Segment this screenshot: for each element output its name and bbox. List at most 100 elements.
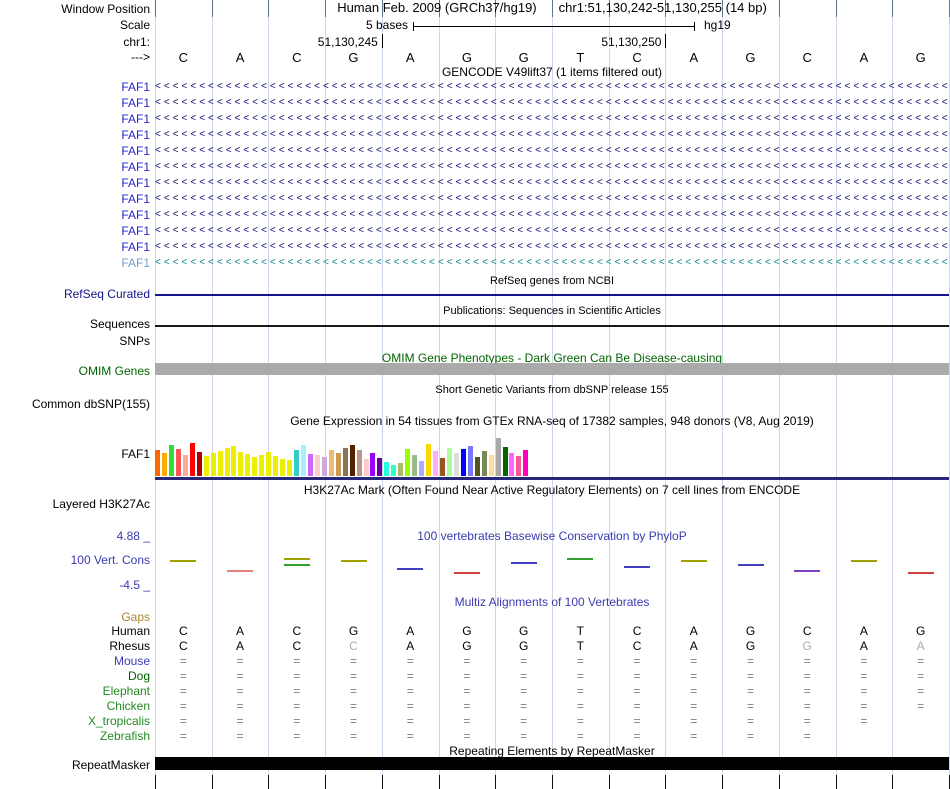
alignment-gap-symbol: = [179,654,187,668]
expression-bar[interactable] [426,444,432,476]
transcript-label[interactable]: FAF1 [0,208,150,222]
base-letter: C [802,50,812,65]
expression-bar[interactable] [481,451,487,476]
expression-bar[interactable] [300,445,306,476]
expression-bar[interactable] [210,453,216,476]
expression-bar[interactable] [189,443,195,476]
alignment-base: C [179,639,188,653]
expression-bar[interactable] [391,465,397,476]
transcript-intron-arrows[interactable]: <<<<<<<<<<<<<<<<<<<<<<<<<<<<<<<<<<<<<<<<… [155,96,949,109]
ruler-tick-bottom-icon [552,775,553,789]
expression-bar[interactable] [460,449,466,476]
alignment-gap-symbol: = [179,699,187,713]
species-label[interactable]: Zebrafish [0,729,150,743]
species-label[interactable]: Chicken [0,699,150,713]
expression-bar[interactable] [349,445,355,476]
alignment-gap-symbol: = [520,684,528,698]
alignment-gap-symbol: = [803,654,811,668]
transcript-intron-arrows[interactable]: <<<<<<<<<<<<<<<<<<<<<<<<<<<<<<<<<<<<<<<<… [155,240,949,253]
expression-bar[interactable] [495,438,501,476]
ruler-tick-bottom-icon [665,775,667,789]
expression-bar[interactable] [217,451,223,476]
alignment-gap-symbol: = [406,699,414,713]
species-label[interactable]: Elephant [0,684,150,698]
transcript-intron-arrows[interactable]: <<<<<<<<<<<<<<<<<<<<<<<<<<<<<<<<<<<<<<<<… [155,224,949,237]
expression-bar[interactable] [467,446,473,476]
alignment-gap-symbol: = [803,714,811,728]
expression-bar[interactable] [446,448,452,476]
transcript-label[interactable]: FAF1 [0,176,150,190]
species-label[interactable]: Human [0,624,150,638]
expression-bar[interactable] [280,459,286,476]
species-label[interactable]: Dog [0,669,150,683]
expression-bar[interactable] [523,450,529,476]
expression-bar[interactable] [370,453,376,476]
expression-bar[interactable] [231,446,237,476]
expression-bar[interactable] [155,450,160,476]
species-label[interactable]: Mouse [0,654,150,668]
expression-bar[interactable] [516,456,522,476]
transcript-label[interactable]: FAF1 [0,96,150,110]
transcript-intron-arrows[interactable]: <<<<<<<<<<<<<<<<<<<<<<<<<<<<<<<<<<<<<<<<… [155,128,949,141]
expression-bar[interactable] [266,452,272,476]
expression-bar[interactable] [356,450,362,476]
expression-bar[interactable] [439,458,445,476]
expression-bar[interactable] [182,455,188,476]
expression-bar[interactable] [377,458,383,476]
transcript-intron-arrows[interactable]: <<<<<<<<<<<<<<<<<<<<<<<<<<<<<<<<<<<<<<<<… [155,80,949,93]
expression-bar[interactable] [342,448,348,476]
expression-bar[interactable] [294,450,299,476]
expression-bar[interactable] [273,456,279,476]
transcript-label[interactable]: FAF1 [0,128,150,142]
expression-bar[interactable] [252,457,258,476]
transcript-intron-arrows[interactable]: <<<<<<<<<<<<<<<<<<<<<<<<<<<<<<<<<<<<<<<<… [155,208,949,221]
expression-bar[interactable] [161,453,167,476]
alignment-gap-symbol: = [917,684,925,698]
transcript-intron-arrows[interactable]: <<<<<<<<<<<<<<<<<<<<<<<<<<<<<<<<<<<<<<<<… [155,256,949,269]
transcript-label[interactable]: FAF1 [0,112,150,126]
alignment-gap-symbol: = [406,729,414,743]
conservation-mark [453,572,480,574]
expression-bar[interactable] [259,455,265,476]
expression-bar[interactable] [307,454,313,476]
expression-bar[interactable] [203,456,209,476]
transcript-label[interactable]: FAF1 [0,192,150,206]
expression-bar[interactable] [474,457,480,476]
expression-bar[interactable] [419,461,425,476]
transcript-intron-arrows[interactable]: <<<<<<<<<<<<<<<<<<<<<<<<<<<<<<<<<<<<<<<<… [155,160,949,173]
expression-bar[interactable] [314,455,320,476]
expression-bar[interactable] [335,453,341,476]
expression-bar[interactable] [384,462,390,476]
transcript-label[interactable]: FAF1 [0,240,150,254]
transcript-intron-arrows[interactable]: <<<<<<<<<<<<<<<<<<<<<<<<<<<<<<<<<<<<<<<<… [155,176,949,189]
expression-bar[interactable] [321,457,327,476]
transcript-intron-arrows[interactable]: <<<<<<<<<<<<<<<<<<<<<<<<<<<<<<<<<<<<<<<<… [155,112,949,125]
expression-bar[interactable] [412,455,418,476]
ruler-tick-bottom-icon [722,775,724,789]
expression-bar[interactable] [287,460,293,476]
expression-bar[interactable] [398,463,404,476]
expression-bar[interactable] [328,450,334,476]
expression-bar[interactable] [405,449,411,476]
expression-bar[interactable] [245,454,251,476]
expression-bar[interactable] [488,455,494,476]
transcript-label[interactable]: FAF1 [0,144,150,158]
expression-bar[interactable] [175,449,181,476]
transcript-intron-arrows[interactable]: <<<<<<<<<<<<<<<<<<<<<<<<<<<<<<<<<<<<<<<<… [155,192,949,205]
transcript-label[interactable]: FAF1 [0,256,150,270]
expression-bar[interactable] [433,451,438,476]
transcript-intron-arrows[interactable]: <<<<<<<<<<<<<<<<<<<<<<<<<<<<<<<<<<<<<<<<… [155,144,949,157]
transcript-label[interactable]: FAF1 [0,224,150,238]
expression-bar[interactable] [224,448,230,476]
expression-bar[interactable] [453,453,459,476]
transcript-label[interactable]: FAF1 [0,80,150,94]
expression-bar[interactable] [196,452,202,476]
expression-bar[interactable] [238,452,244,476]
species-label[interactable]: X_tropicalis [0,714,150,728]
expression-bar[interactable] [363,459,369,476]
expression-bar[interactable] [168,445,174,476]
species-label[interactable]: Rhesus [0,639,150,653]
expression-bar[interactable] [509,453,515,476]
transcript-label[interactable]: FAF1 [0,160,150,174]
expression-bar[interactable] [502,447,508,476]
